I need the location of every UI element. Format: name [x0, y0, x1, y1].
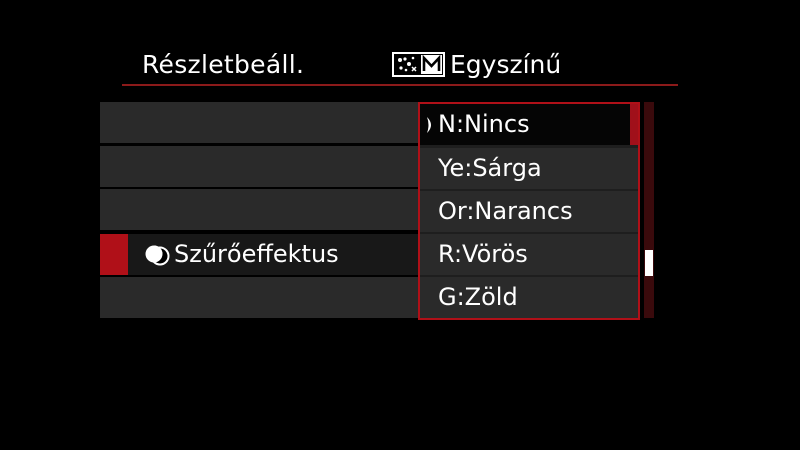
- menu-row-5[interactable]: [100, 277, 418, 318]
- menu-row-filter-effect[interactable]: Szűrőeffektus: [100, 234, 418, 275]
- option-none[interactable]: N:Nincs: [420, 104, 638, 145]
- option-label: N:Nincs: [438, 110, 530, 138]
- mode-label: Egyszínű: [450, 50, 562, 79]
- option-orange[interactable]: Or:Narancs: [420, 191, 638, 232]
- filter-effect-label: Szűrőeffektus: [174, 240, 339, 268]
- menu-row-1[interactable]: [100, 102, 418, 143]
- menu-row-3[interactable]: [100, 189, 418, 230]
- menu-row-2[interactable]: [100, 146, 418, 187]
- settings-menu: Szűrőeffektus: [100, 102, 418, 318]
- page-title: Részletbeáll.: [142, 50, 305, 79]
- option-red[interactable]: R:Vörös: [420, 234, 638, 275]
- option-yellow[interactable]: Ye:Sárga: [420, 148, 638, 189]
- option-label: R:Vörös: [438, 240, 528, 268]
- active-indicator: [630, 104, 638, 145]
- scrollbar[interactable]: [644, 102, 654, 318]
- filter-options-dropdown: N:Nincs Ye:Sárga Or:Narancs R:Vörös G:Zö…: [418, 102, 640, 320]
- filter-effect-icon: [145, 245, 170, 266]
- scrollbar-thumb[interactable]: [645, 250, 653, 276]
- option-label: G:Zöld: [438, 283, 518, 311]
- pointer-icon: [427, 117, 431, 133]
- page-header: Részletbeáll. Egyszínű: [122, 46, 678, 86]
- option-label: Ye:Sárga: [438, 154, 542, 182]
- option-green[interactable]: G:Zöld: [420, 277, 638, 318]
- option-label: Or:Narancs: [438, 197, 573, 225]
- creative-mode-m-icon: [392, 52, 445, 77]
- selection-marker: [100, 234, 128, 275]
